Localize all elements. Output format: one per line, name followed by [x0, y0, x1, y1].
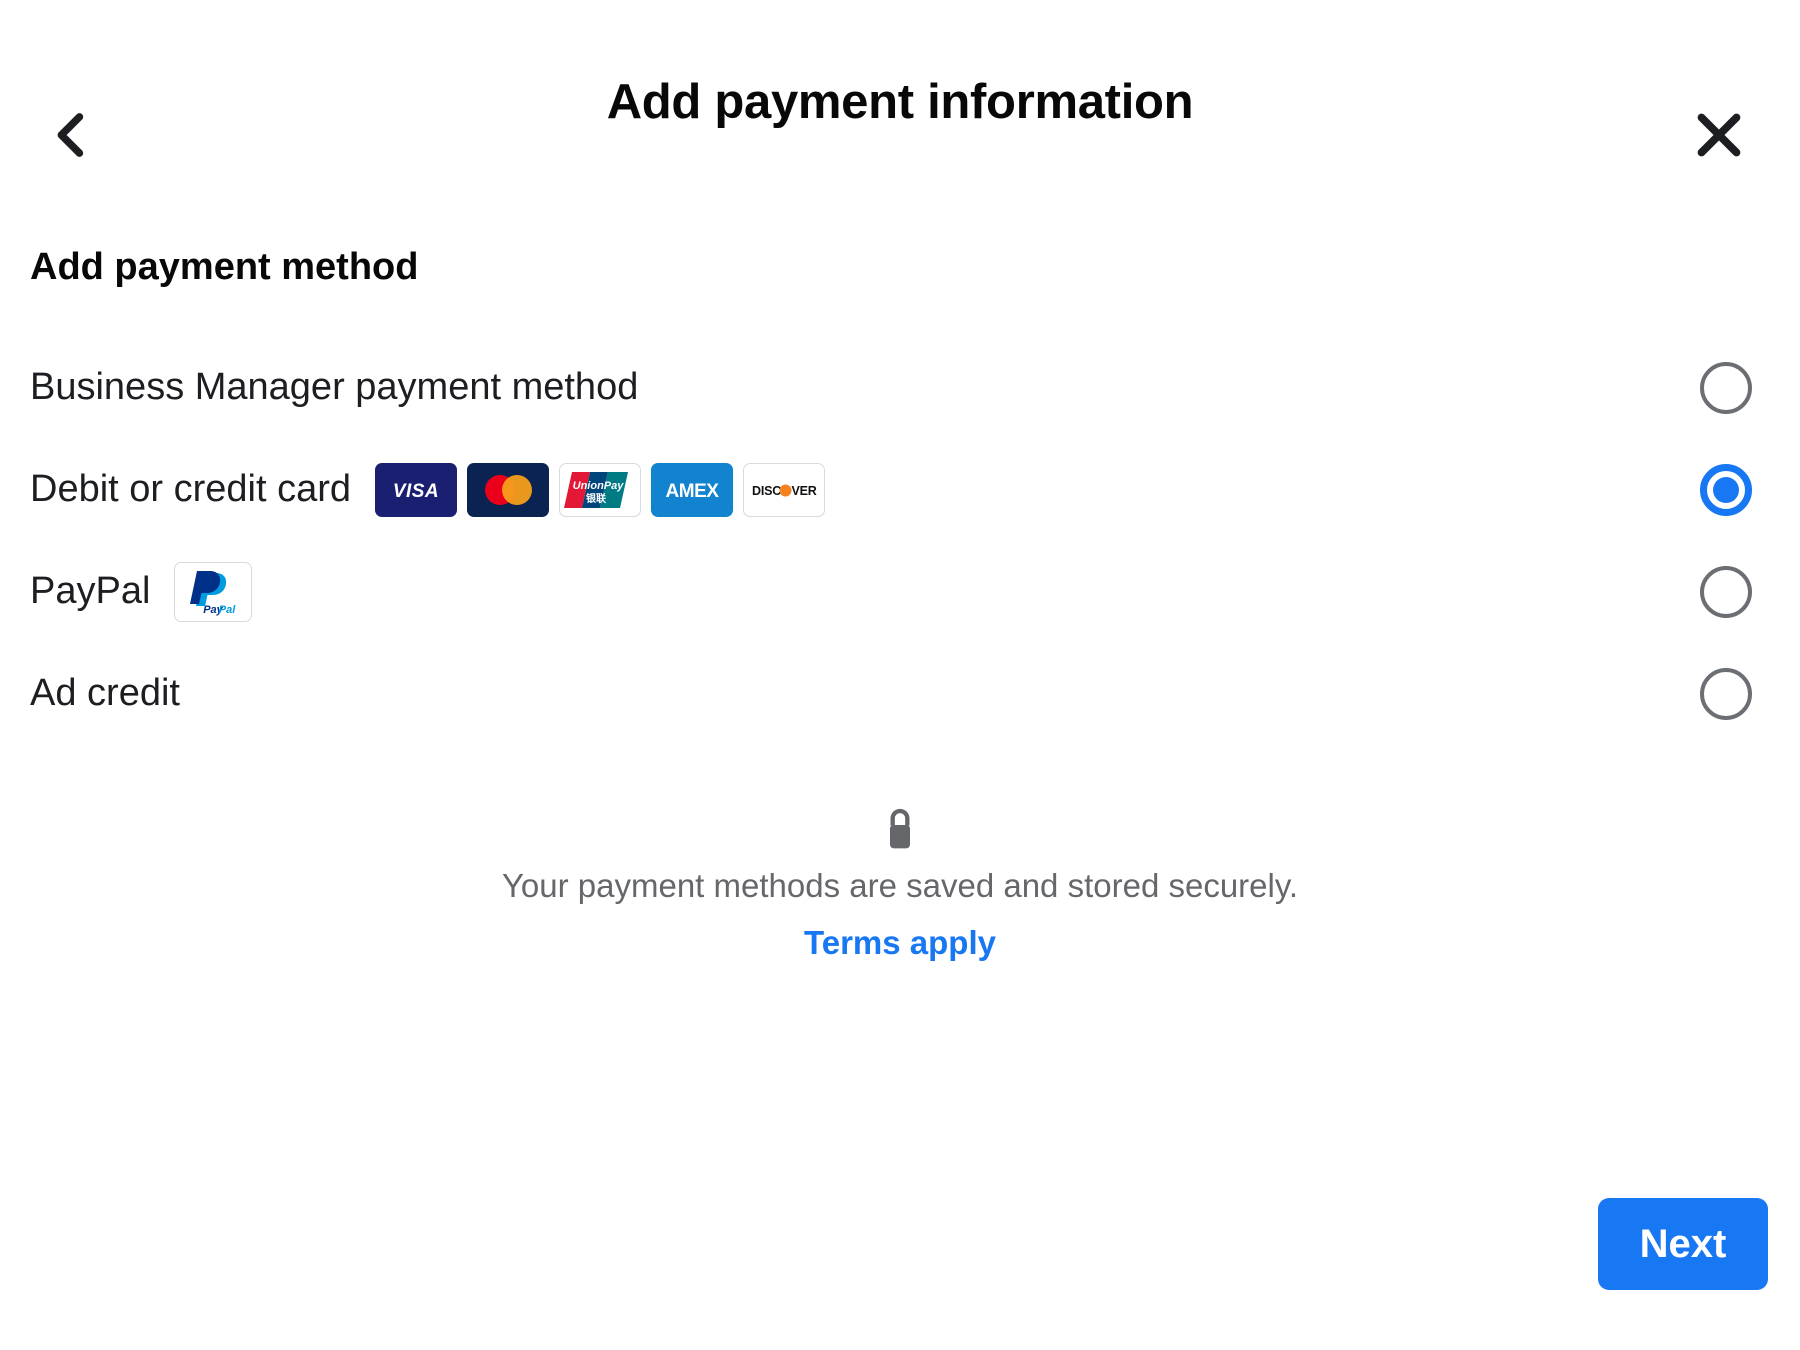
- paypal-logo: Pay Pal: [174, 561, 253, 622]
- terms-apply-link[interactable]: Terms apply: [804, 924, 996, 962]
- option-label: Debit or credit card: [30, 467, 352, 510]
- amex-logo: AMEX: [651, 462, 734, 517]
- option-label: Business Manager payment method: [30, 365, 639, 408]
- svg-text:AMEX: AMEX: [666, 481, 720, 502]
- radio-paypal[interactable]: [1700, 565, 1752, 618]
- payment-option-business-manager[interactable]: Business Manager payment method: [30, 337, 1770, 439]
- option-label: Ad credit: [30, 671, 180, 714]
- discover-logo-glyph: DISC VER: [752, 484, 817, 498]
- next-button[interactable]: Next: [1598, 1198, 1768, 1290]
- svg-text:VER: VER: [792, 484, 817, 498]
- option-content: Debit or credit card VISA UnionPay 银联 AM…: [30, 462, 1700, 517]
- unionpay-logo: UnionPay 银联: [559, 462, 642, 517]
- back-button[interactable]: [28, 92, 114, 178]
- visa-logo: VISA: [375, 462, 458, 517]
- section-heading: Add payment method: [30, 246, 419, 288]
- discover-logo: DISC VER: [743, 462, 826, 517]
- option-content: PayPal Pay Pal: [30, 561, 1700, 622]
- modal-footer: Next: [1598, 1198, 1768, 1290]
- payment-option-ad-credit[interactable]: Ad credit: [30, 643, 1770, 745]
- amex-logo-glyph: AMEX: [666, 481, 720, 502]
- modal-header: Add payment information: [0, 0, 1800, 205]
- close-icon: [1697, 113, 1741, 157]
- radio-business-manager[interactable]: [1700, 361, 1752, 414]
- option-content: Ad credit: [30, 672, 1700, 716]
- option-content: Business Manager payment method: [30, 366, 1700, 410]
- visa-logo-glyph: VISA: [393, 481, 439, 502]
- modal-body: Add payment method Business Manager paym…: [0, 245, 1800, 962]
- svg-text:UnionPay: UnionPay: [573, 480, 625, 492]
- close-button[interactable]: [1676, 92, 1762, 178]
- unionpay-logo-glyph: UnionPay 银联: [564, 471, 629, 508]
- mastercard-logo-glyph: [485, 474, 533, 505]
- payment-option-paypal[interactable]: PayPal Pay Pal: [30, 541, 1770, 643]
- payment-option-debit-credit-card[interactable]: Debit or credit card VISA UnionPay 银联 AM…: [30, 439, 1770, 541]
- paypal-logo-glyph: Pay Pal: [190, 570, 237, 616]
- svg-text:DISC: DISC: [752, 484, 781, 498]
- security-notice: Your payment methods are saved and store…: [30, 803, 1770, 962]
- payment-method-option-list: Business Manager payment method Debit or…: [30, 337, 1770, 745]
- security-notice-text: Your payment methods are saved and store…: [501, 866, 1299, 904]
- svg-text:VISA: VISA: [393, 481, 439, 502]
- card-network-logos: VISA UnionPay 银联 AMEX DISC VER: [375, 462, 826, 517]
- lock-icon: [890, 808, 910, 848]
- svg-text:银联: 银联: [586, 492, 606, 505]
- page-title: Add payment information: [606, 75, 1194, 129]
- svg-text:Pal: Pal: [219, 604, 236, 616]
- chevron-left-icon: [57, 113, 84, 157]
- radio-debit-credit-card[interactable]: [1700, 463, 1752, 516]
- radio-ad-credit[interactable]: [1700, 667, 1752, 720]
- option-label: PayPal: [30, 569, 151, 612]
- mastercard-logo: [467, 462, 550, 517]
